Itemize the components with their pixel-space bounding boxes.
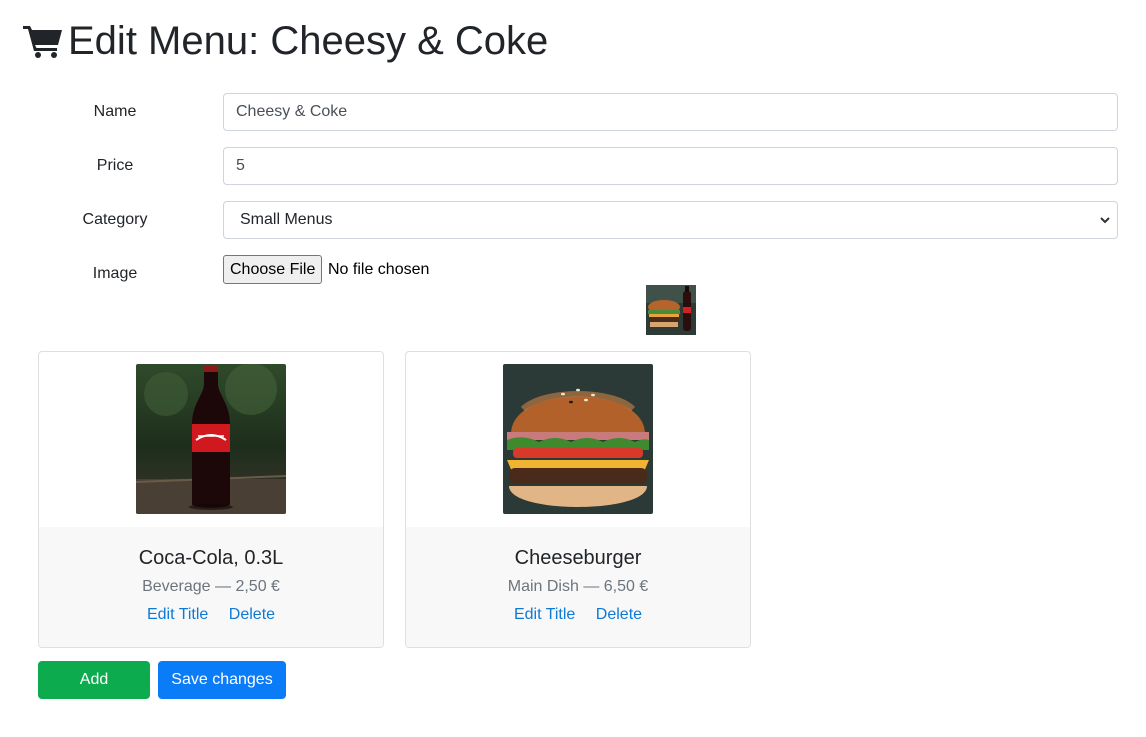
cheeseburger-image bbox=[503, 364, 653, 514]
product-card: Cheeseburger Main Dish — 6,50 € Edit Tit… bbox=[405, 351, 751, 648]
name-label: Name bbox=[93, 103, 137, 120]
product-title: Cheeseburger bbox=[514, 547, 642, 569]
chevron-down-icon bbox=[1100, 217, 1110, 224]
category-label: Category bbox=[82, 211, 148, 228]
name-row: Name Cheesy & Coke bbox=[0, 93, 1146, 131]
page-title: Edit Menu: Cheesy & Coke bbox=[22, 16, 548, 66]
shopping-cart-icon bbox=[23, 26, 62, 58]
edit-title-link[interactable]: Edit Title bbox=[147, 606, 208, 623]
file-status: No file chosen bbox=[328, 261, 430, 278]
price-row: Price 5 bbox=[0, 147, 1146, 185]
product-subtitle: Beverage — 2,50 € bbox=[142, 578, 280, 595]
product-subtitle: Main Dish — 6,50 € bbox=[507, 578, 649, 595]
image-label: Image bbox=[92, 265, 138, 282]
image-row: Image Choose File No file chosen bbox=[0, 255, 1146, 293]
save-changes-button[interactable]: Save changes bbox=[158, 661, 286, 699]
edit-title-link[interactable]: Edit Title bbox=[514, 606, 575, 623]
add-product-button[interactable]: Add product bbox=[38, 661, 150, 726]
coca-cola-image bbox=[136, 364, 286, 514]
delete-link[interactable]: Delete bbox=[229, 606, 275, 623]
menu-image-thumbnail bbox=[646, 285, 696, 335]
category-row: Category Small Menus bbox=[0, 201, 1146, 239]
category-select[interactable]: Small Menus bbox=[223, 201, 1118, 239]
choose-file-button[interactable]: Choose File bbox=[223, 255, 323, 284]
delete-link[interactable]: Delete bbox=[596, 606, 642, 623]
page-title-text: Edit Menu: Cheesy & Coke bbox=[68, 18, 549, 63]
product-card: Coca-Cola, 0.3L Beverage — 2,50 € Edit T… bbox=[38, 351, 384, 648]
name-input[interactable]: Cheesy & Coke bbox=[223, 93, 1118, 131]
price-label: Price bbox=[96, 157, 134, 174]
category-selected-value: Small Menus bbox=[240, 211, 333, 228]
price-input[interactable]: 5 bbox=[223, 147, 1118, 185]
product-title: Coca-Cola, 0.3L bbox=[138, 547, 284, 569]
